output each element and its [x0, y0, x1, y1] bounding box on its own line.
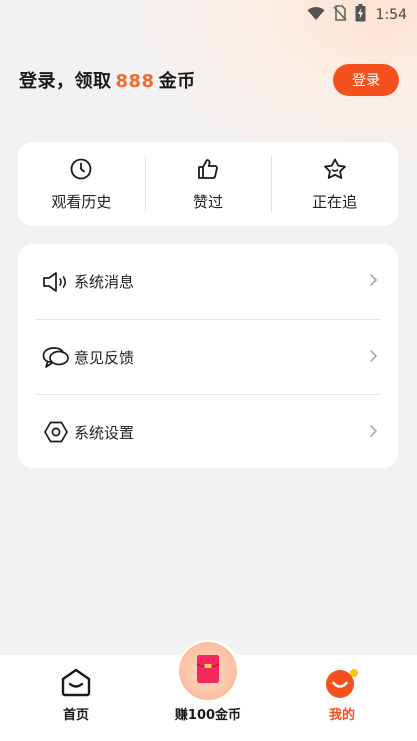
star-icon	[322, 157, 348, 185]
thumbs-up-icon	[196, 157, 220, 185]
no-sim-icon	[332, 5, 347, 25]
bottom-navigation: 首页 赚100金币 我的	[0, 642, 417, 741]
menu-item-system-messages[interactable]: 系统消息	[36, 244, 380, 319]
status-bar: 1:54	[0, 0, 417, 30]
menu-item-label: 系统设置	[74, 423, 135, 442]
nav-tab-home[interactable]: 首页	[16, 655, 136, 741]
login-banner: 登录，领取 888 金币 登录	[19, 62, 399, 98]
nav-tab-label: 首页	[62, 708, 89, 723]
nav-tab-label: 赚100金币	[174, 708, 242, 723]
login-prompt-prefix: 登录，领取	[19, 71, 112, 92]
quick-action-label: 赞过	[193, 192, 224, 211]
quick-actions-card: 观看历史 赞过 正在追	[18, 142, 398, 226]
coin-amount: 888	[115, 71, 155, 92]
quick-action-liked[interactable]: 赞过	[144, 155, 272, 213]
menu-item-label: 系统消息	[74, 273, 135, 291]
status-time: 1:54	[375, 7, 407, 23]
wifi-icon	[307, 6, 325, 25]
smiley-icon	[325, 667, 359, 703]
chevron-right-icon	[368, 423, 378, 442]
nav-tab-label: 我的	[328, 708, 355, 723]
chat-bubbles-icon	[42, 343, 70, 371]
quick-action-watch-history[interactable]: 观看历史	[18, 155, 145, 213]
settings-menu-card: 系统消息 意见反馈 系统设置	[18, 244, 398, 468]
clock-icon	[69, 157, 93, 185]
nav-tab-earn-coins[interactable]: 赚100金币	[148, 642, 268, 741]
earn-coin-button[interactable]	[179, 642, 237, 700]
quick-action-label: 正在追	[312, 192, 358, 211]
menu-item-feedback[interactable]: 意见反馈	[36, 319, 380, 394]
speaker-icon	[42, 268, 70, 296]
home-icon	[60, 667, 92, 701]
login-prompt[interactable]: 登录，领取 888 金币	[19, 67, 196, 93]
red-envelope-icon	[196, 654, 220, 688]
quick-action-following[interactable]: 正在追	[271, 155, 398, 213]
nav-tab-mine[interactable]: 我的	[282, 655, 402, 741]
login-button[interactable]: 登录	[333, 64, 399, 96]
quick-action-label: 观看历史	[51, 192, 112, 211]
chevron-right-icon	[368, 272, 378, 291]
login-prompt-suffix: 金币	[158, 71, 196, 92]
menu-item-system-settings[interactable]: 系统设置	[36, 394, 380, 469]
hexagon-settings-icon	[42, 418, 70, 446]
chevron-right-icon	[368, 348, 378, 367]
battery-charging-icon	[355, 4, 366, 26]
menu-item-label: 意见反馈	[74, 348, 135, 367]
